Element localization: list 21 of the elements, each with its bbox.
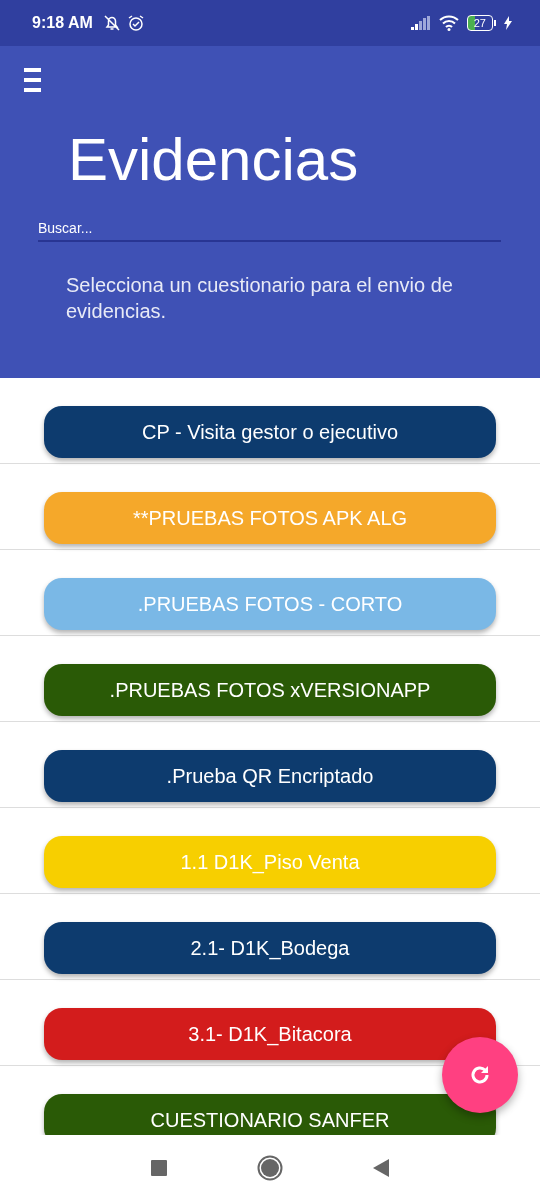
signal-icon — [410, 16, 431, 30]
questionnaire-button[interactable]: 3.1- D1K_Bitacora — [44, 1008, 496, 1060]
wifi-icon — [438, 15, 459, 31]
status-time: 9:18 AM — [32, 14, 93, 32]
refresh-button[interactable] — [442, 1037, 518, 1113]
charging-icon — [504, 16, 512, 30]
alarm-icon — [126, 14, 145, 32]
page-title: Evidencias — [68, 125, 360, 195]
questionnaire-button[interactable]: 2.1- D1K_Bodega — [44, 922, 496, 974]
battery-level: 27 — [466, 15, 493, 31]
back-icon[interactable] — [373, 1158, 389, 1177]
questionnaire-button[interactable]: CUESTIONARIO SANFER — [44, 1094, 496, 1135]
questionnaire-button[interactable]: .Prueba QR Encriptado — [44, 750, 496, 802]
recents-icon[interactable] — [151, 1159, 167, 1176]
home-icon[interactable] — [257, 1154, 283, 1181]
questionnaire-button[interactable]: CP - Visita gestor o ejecutivo — [44, 406, 496, 458]
menu-icon[interactable] — [24, 68, 41, 92]
instructions-text: Selecciona un cuestionario para el envio de evidencias. — [66, 273, 454, 324]
search-field[interactable]: Buscar... — [38, 216, 501, 242]
muted-bell-icon — [102, 14, 121, 32]
questionnaire-button[interactable]: .PRUEBAS FOTOS xVERSIONAPP — [44, 664, 496, 716]
